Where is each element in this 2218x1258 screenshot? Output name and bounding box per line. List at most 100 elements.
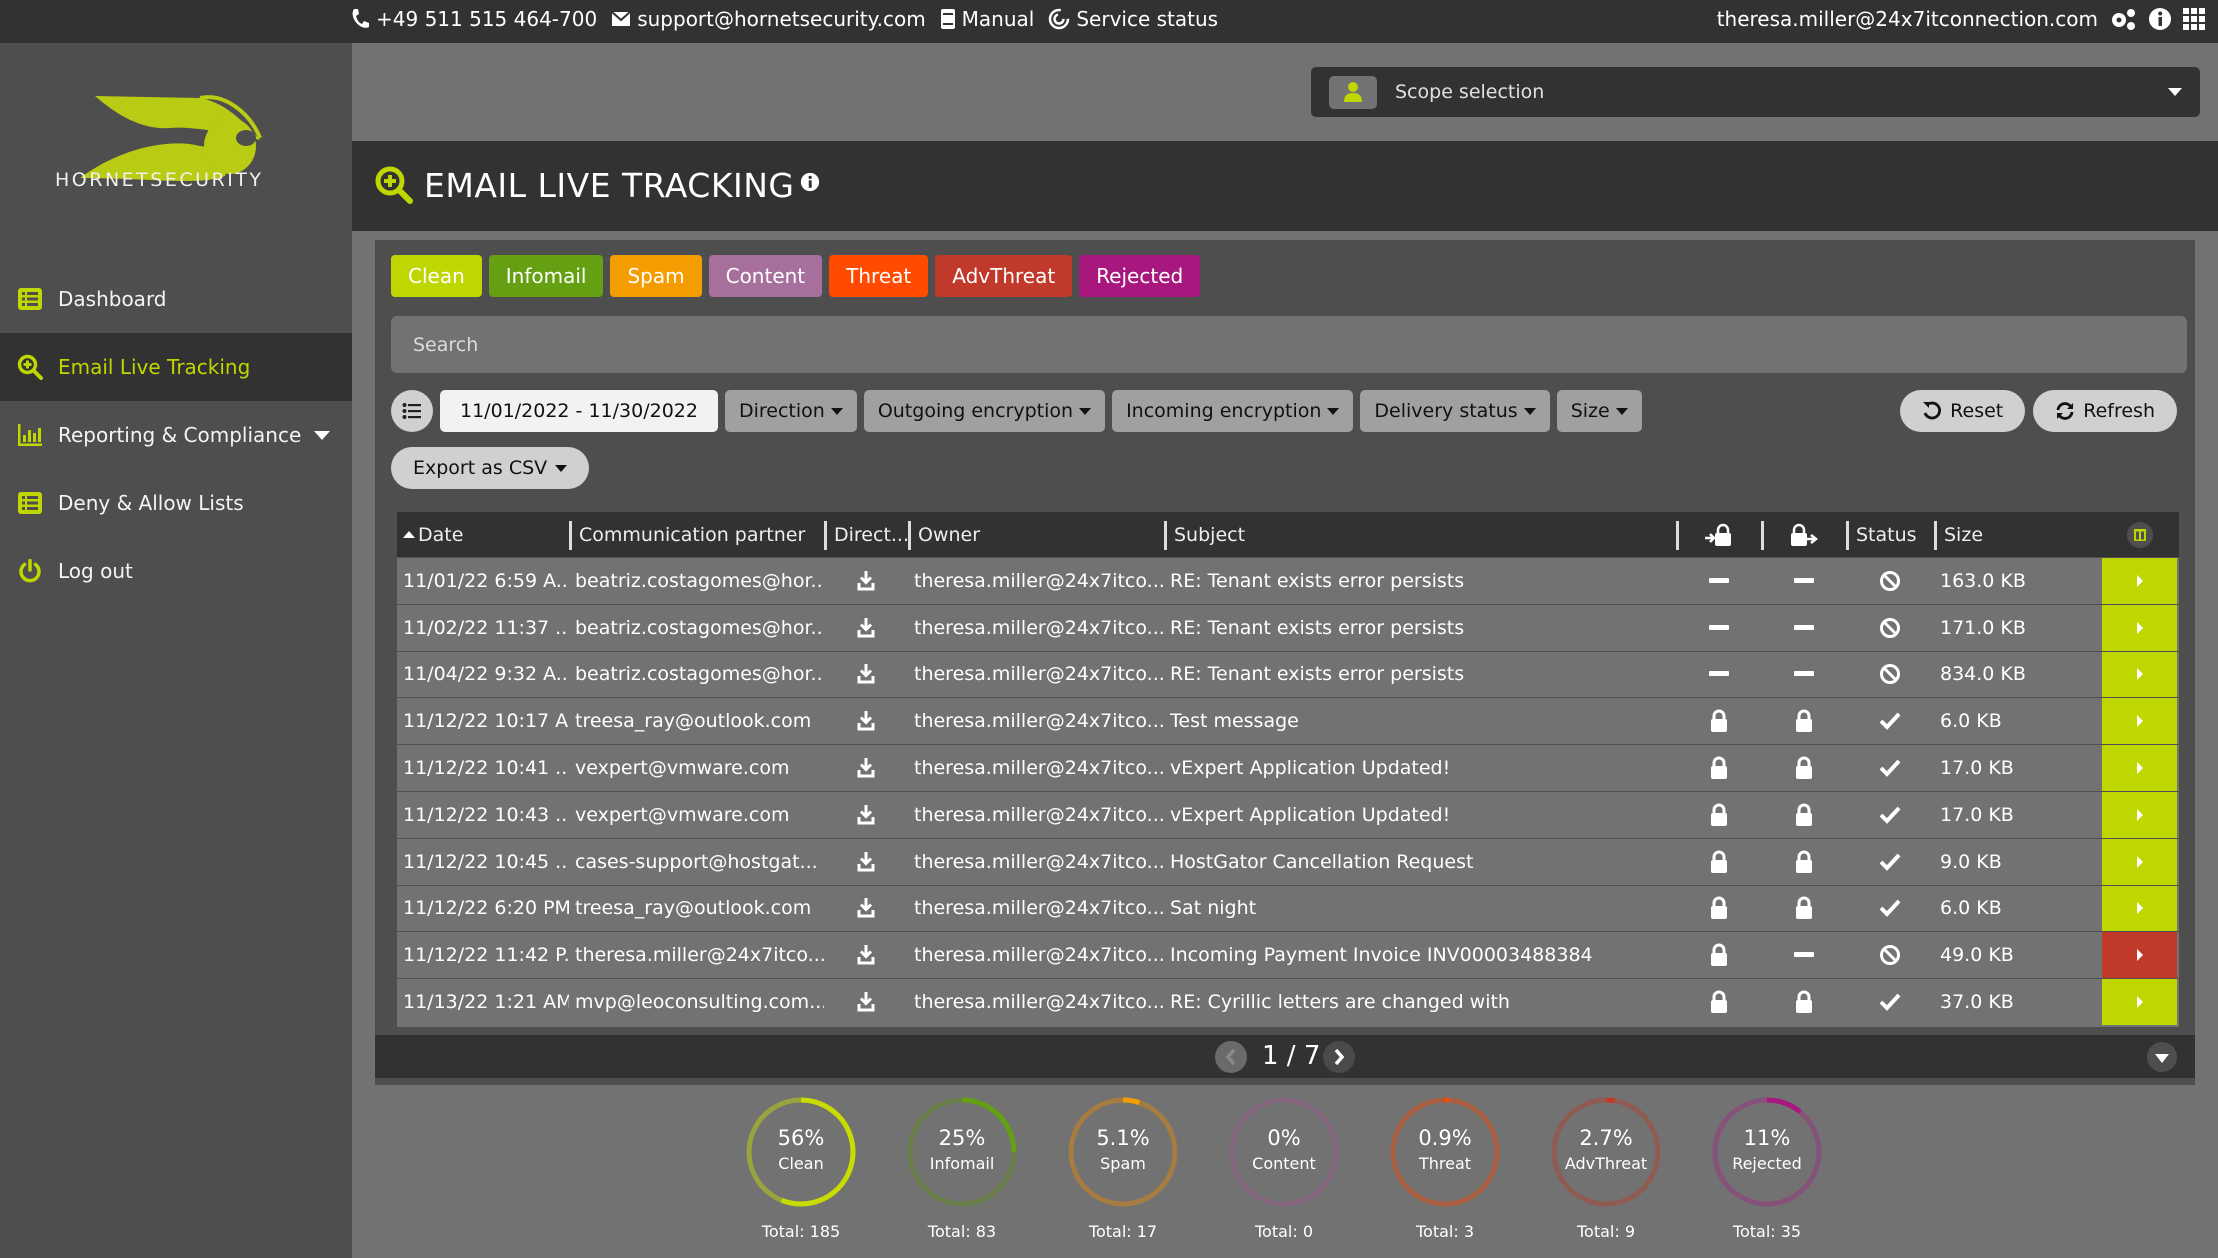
- chevron-down-icon[interactable]: [314, 431, 330, 440]
- column-header-size[interactable]: Size: [1934, 512, 2102, 557]
- stat-percentage: 11%: [1743, 1126, 1791, 1150]
- table-row[interactable]: 11/01/22 6:59 A... beatriz.costagomes@hor…: [397, 557, 2179, 604]
- column-resize-handle[interactable]: [1761, 521, 1764, 550]
- column-header-incoming-encryption[interactable]: [1676, 512, 1761, 557]
- table-row[interactable]: 11/12/22 10:43 ... vexpert@vmware.com ther…: [397, 790, 2179, 838]
- column-header-subject[interactable]: Subject: [1164, 512, 1676, 557]
- open-details-button[interactable]: [2102, 604, 2177, 651]
- table-row[interactable]: 11/04/22 9:32 A... beatriz.costagomes@hor…: [397, 650, 2179, 698]
- hornet-logo-icon[interactable]: [50, 68, 300, 238]
- cell-direction: [824, 991, 908, 1013]
- category-threat-button[interactable]: Threat: [829, 255, 929, 297]
- table-row[interactable]: 11/12/22 11:42 P... theresa.miller@24x7it…: [397, 931, 2179, 979]
- cell-date: 11/01/22 6:59 A...: [403, 569, 569, 592]
- caret-down-icon: [830, 407, 843, 415]
- cell-partner: theresa.miller@24x7itco...: [575, 944, 824, 967]
- check-icon: [1879, 993, 1901, 1011]
- cell-action: [2102, 838, 2177, 885]
- category-spam-button[interactable]: Spam: [610, 255, 702, 297]
- caret-down-icon: [2155, 1054, 2169, 1063]
- reset-button[interactable]: Reset: [1900, 390, 2026, 432]
- date-range-picker[interactable]: 11/01/2022 - 11/30/2022: [440, 390, 718, 432]
- column-resize-handle[interactable]: [1164, 521, 1167, 550]
- category-content-button[interactable]: Content: [708, 255, 823, 297]
- table-row[interactable]: 11/12/22 10:17 A... treesa_ray@outlook.co…: [397, 697, 2179, 745]
- category-infomail-button[interactable]: Infomail: [488, 255, 604, 297]
- apps-grid-icon[interactable]: [2182, 7, 2206, 31]
- open-details-button[interactable]: [2102, 558, 2177, 604]
- lock-icon: [1710, 990, 1727, 1014]
- direction-filter-dropdown[interactable]: Direction: [724, 390, 857, 432]
- cell-partner: beatriz.costagomes@hor...: [575, 616, 824, 639]
- table-row[interactable]: 11/12/22 6:20 PM treesa_ray@outlook.com th…: [397, 884, 2179, 932]
- support-email-link[interactable]: support@hornetsecurity.com: [611, 7, 926, 31]
- open-details-button[interactable]: [2102, 745, 2177, 791]
- donut-track: [1390, 1097, 1500, 1207]
- download-icon: [857, 570, 875, 591]
- open-details-button[interactable]: [2102, 698, 2177, 745]
- column-chooser[interactable]: [2102, 512, 2177, 557]
- caret-down-icon: [555, 464, 568, 472]
- donut-track: [1229, 1097, 1339, 1207]
- column-header-date[interactable]: Date: [397, 512, 569, 557]
- size-filter-dropdown[interactable]: Size: [1556, 390, 1642, 432]
- export-csv-dropdown[interactable]: Export as CSV: [391, 447, 590, 489]
- cell-incoming-encryption: [1676, 896, 1761, 920]
- table-row[interactable]: 11/13/22 1:21 AM mvp@leoconsulting.com...…: [397, 978, 2179, 1025]
- manual-link[interactable]: Manual: [940, 7, 1034, 31]
- open-details-button[interactable]: [2102, 979, 2177, 1025]
- main-panel: Clean Infomail Spam Content Threat AdvTh…: [375, 240, 2195, 1085]
- previous-page-button[interactable]: [1215, 1041, 1247, 1073]
- chevron-down-icon: [2168, 88, 2182, 96]
- column-header-partner[interactable]: Communication partner: [569, 512, 824, 557]
- column-resize-handle[interactable]: [824, 521, 827, 550]
- phone-link[interactable]: +49 511 515 464-700: [350, 7, 597, 31]
- column-list-toggle-button[interactable]: [391, 390, 433, 432]
- refresh-button[interactable]: Refresh: [2033, 390, 2177, 432]
- column-resize-handle[interactable]: [569, 521, 572, 550]
- incoming-encryption-filter-dropdown[interactable]: Incoming encryption: [1112, 390, 1354, 432]
- expand-table-button[interactable]: [2147, 1042, 2177, 1072]
- outgoing-encryption-filter-dropdown[interactable]: Outgoing encryption: [863, 390, 1106, 432]
- stat-percentage: 0%: [1267, 1126, 1301, 1150]
- category-rejected-button[interactable]: Rejected: [1079, 255, 1201, 297]
- info-icon[interactable]: [2148, 7, 2172, 31]
- category-clean-button[interactable]: Clean: [391, 255, 482, 297]
- stat-total: Total: 9: [1576, 1222, 1636, 1241]
- column-header-outgoing-encryption[interactable]: [1761, 512, 1846, 557]
- sidebar-item-dashboard[interactable]: Dashboard: [0, 265, 352, 333]
- column-resize-handle[interactable]: [1934, 521, 1937, 550]
- scope-selection-dropdown[interactable]: Scope selection: [1311, 67, 2200, 117]
- open-details-button[interactable]: [2102, 932, 2177, 979]
- column-header-status[interactable]: Status: [1846, 512, 1934, 557]
- table-row[interactable]: 11/12/22 10:45 ... cases-support@hostgat.…: [397, 837, 2179, 885]
- sidebar-item-email-live-tracking[interactable]: Email Live Tracking: [0, 333, 352, 401]
- info-icon[interactable]: [800, 172, 820, 192]
- category-advthreat-button[interactable]: AdvThreat: [935, 255, 1073, 297]
- search-input[interactable]: [413, 333, 2187, 356]
- column-resize-handle[interactable]: [1676, 521, 1679, 550]
- next-page-button[interactable]: [1323, 1041, 1355, 1073]
- sidebar-item-reporting-compliance[interactable]: Reporting & Compliance: [0, 401, 352, 469]
- open-details-button[interactable]: [2102, 838, 2177, 885]
- column-resize-handle[interactable]: [1846, 521, 1849, 550]
- column-header-owner[interactable]: Owner: [908, 512, 1164, 557]
- list-icon: [17, 490, 43, 516]
- delivery-status-filter-dropdown[interactable]: Delivery status: [1360, 390, 1550, 432]
- scope-label: Scope selection: [1395, 81, 1545, 103]
- cell-subject: Incoming Payment Invoice INV00003488384: [1170, 944, 1593, 967]
- open-details-button[interactable]: [2102, 651, 2177, 698]
- caret-right-icon: [2136, 574, 2143, 587]
- table-row[interactable]: 11/12/22 10:41 ... vexpert@vmware.com ther…: [397, 744, 2179, 791]
- stat-threat: 0.9% Threat Total: 3: [1389, 1096, 1501, 1241]
- column-resize-handle[interactable]: [908, 521, 911, 550]
- gears-icon[interactable]: [2108, 7, 2138, 31]
- service-status-link[interactable]: Service status: [1048, 7, 1218, 31]
- sidebar-item-deny-allow-lists[interactable]: Deny & Allow Lists: [0, 469, 352, 537]
- open-details-button[interactable]: [2102, 885, 2177, 932]
- user-email[interactable]: theresa.miller@24x7itconnection.com: [1717, 7, 2098, 31]
- column-header-direction[interactable]: Direct...: [824, 512, 909, 557]
- open-details-button[interactable]: [2102, 791, 2177, 838]
- sidebar-item-log-out[interactable]: Log out: [0, 537, 352, 605]
- table-row[interactable]: 11/02/22 11:37 ... beatriz.costagomes@hor…: [397, 603, 2179, 651]
